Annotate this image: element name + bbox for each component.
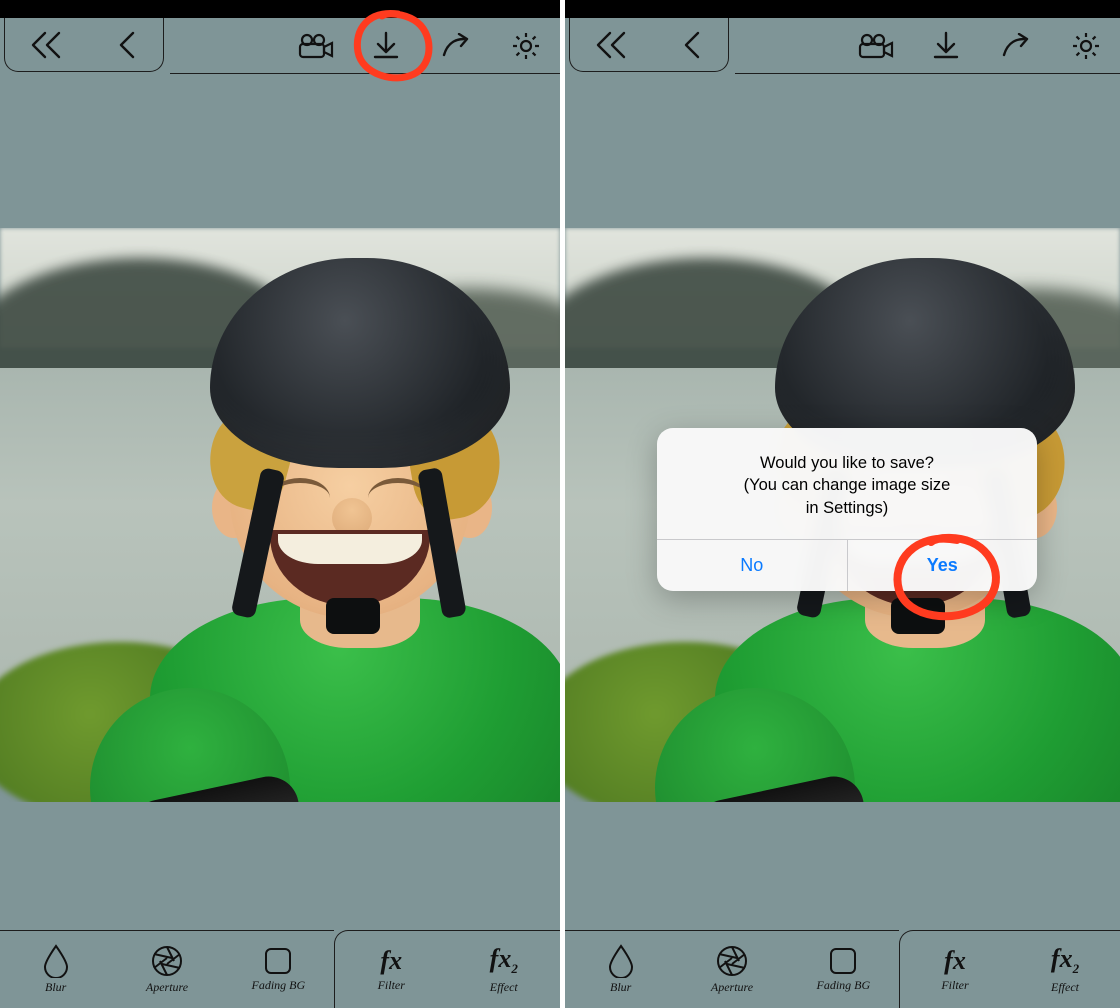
- back-button[interactable]: [114, 30, 140, 60]
- tool-blur[interactable]: Blur: [565, 931, 676, 1008]
- aperture-icon: [150, 944, 184, 978]
- fx-icon: fx: [944, 946, 966, 976]
- top-toolbar: [565, 18, 1120, 76]
- screenshot-right: Would you like to save? (You can change …: [560, 0, 1120, 1008]
- dialog-line2: (You can change image size: [679, 474, 1015, 496]
- dialog-no-button[interactable]: No: [657, 540, 847, 591]
- tool-fading-bg[interactable]: Fading BG: [788, 931, 899, 1008]
- back-all-button[interactable]: [29, 30, 67, 60]
- top-toolbar-right: [170, 18, 560, 74]
- fx2-icon: fx2: [1051, 944, 1079, 977]
- tool-label: Fading BG: [816, 978, 870, 993]
- tool-aperture[interactable]: Aperture: [676, 931, 787, 1008]
- tool-label: Effect: [490, 980, 518, 995]
- back-button-group: [569, 18, 729, 72]
- video-button[interactable]: [296, 26, 336, 66]
- tool-label: Blur: [610, 980, 631, 995]
- square-icon: [263, 946, 293, 976]
- share-button[interactable]: [436, 26, 476, 66]
- tool-label: Aperture: [711, 980, 753, 995]
- status-bar: [0, 0, 560, 18]
- tool-effect[interactable]: fx2 Effect: [1010, 931, 1120, 1008]
- photo-canvas[interactable]: [0, 228, 560, 802]
- dialog-line3: in Settings): [679, 497, 1015, 519]
- tool-label: Filter: [378, 978, 405, 993]
- settings-button[interactable]: [1066, 26, 1106, 66]
- tool-aperture[interactable]: Aperture: [111, 931, 222, 1008]
- dialog-buttons: No Yes: [657, 539, 1037, 591]
- tool-label: Fading BG: [251, 978, 305, 993]
- dialog-line1: Would you like to save?: [679, 452, 1015, 474]
- fx2-icon: fx2: [490, 944, 518, 977]
- dialog-yes-button[interactable]: Yes: [847, 540, 1038, 591]
- back-button[interactable]: [679, 30, 705, 60]
- download-button[interactable]: [366, 26, 406, 66]
- download-button[interactable]: [926, 26, 966, 66]
- dialog-message: Would you like to save? (You can change …: [657, 428, 1037, 539]
- back-button-group: [4, 18, 164, 72]
- tool-fading-bg[interactable]: Fading BG: [223, 931, 334, 1008]
- screenshot-left: Blur Aperture Fading BG fx: [0, 0, 560, 1008]
- top-toolbar-right: [735, 18, 1120, 74]
- tool-label: Filter: [941, 978, 968, 993]
- tool-filter[interactable]: fx Filter: [900, 931, 1010, 1008]
- fx-icon: fx: [380, 946, 402, 976]
- bottom-toolbar: Blur Aperture Fading BG fx: [0, 930, 560, 1008]
- tool-filter[interactable]: fx Filter: [335, 931, 448, 1008]
- drop-icon: [607, 944, 635, 978]
- status-bar: [565, 0, 1120, 18]
- tool-label: Blur: [45, 980, 66, 995]
- drop-icon: [42, 944, 70, 978]
- square-icon: [828, 946, 858, 976]
- tool-label: Effect: [1051, 980, 1079, 995]
- save-dialog: Would you like to save? (You can change …: [657, 428, 1037, 591]
- back-all-button[interactable]: [594, 30, 632, 60]
- top-toolbar: [0, 18, 560, 76]
- aperture-icon: [715, 944, 749, 978]
- video-button[interactable]: [856, 26, 896, 66]
- tool-blur[interactable]: Blur: [0, 931, 111, 1008]
- share-button[interactable]: [996, 26, 1036, 66]
- bottom-toolbar: Blur Aperture Fading BG fx: [565, 930, 1120, 1008]
- tool-label: Aperture: [146, 980, 188, 995]
- settings-button[interactable]: [506, 26, 546, 66]
- tool-effect[interactable]: fx2 Effect: [448, 931, 561, 1008]
